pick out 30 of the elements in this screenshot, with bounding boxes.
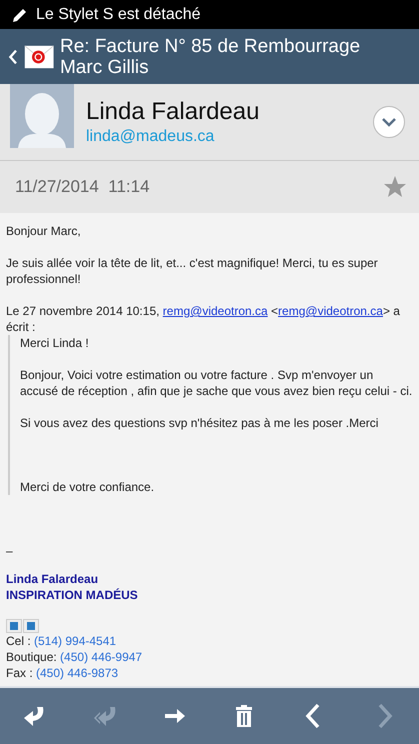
quoted-paragraph: Si vous avez des questions svp n'hésitez pas à me les poser .Merci — [20, 415, 380, 431]
broken-image-icon — [23, 619, 39, 633]
message-date: 11/27/2014 11:14 — [15, 177, 150, 197]
phone-link[interactable]: (514) 994-4541 — [34, 634, 116, 648]
phone-link[interactable]: (450) 446-9947 — [60, 650, 142, 664]
email-subject: Re: Facture N° 85 de Rembourrage Marc Gillis — [60, 36, 362, 78]
signature-line: INSPIRATION MADÉUS — [6, 587, 139, 603]
greeting-text: Bonjour Marc, — [6, 223, 82, 239]
signature-separator: – — [6, 543, 14, 559]
expand-button[interactable] — [373, 106, 405, 138]
avatar-silhouette — [10, 84, 74, 148]
pencil-icon — [12, 6, 28, 22]
contact-line: Fax : (450) 446-9873 — [6, 665, 120, 681]
phone-link[interactable]: (450) 446-9873 — [36, 666, 118, 680]
quoted-paragraph: Merci Linda ! — [20, 335, 90, 351]
sender-name: Linda Falardeau — [86, 98, 260, 126]
contact-line: Boutique: (450) 446-9947 — [6, 649, 144, 665]
email-link[interactable]: remg@videotron.ca — [162, 304, 268, 318]
status-text: Le Stylet S est détaché — [36, 6, 201, 24]
contact-line: Cel : (514) 994-4541 — [6, 633, 118, 649]
sender-email[interactable]: linda@madeus.ca — [86, 128, 373, 146]
quote-header: Le 27 novembre 2014 10:15, remg@videotron.ca <remg@videotron.ca> a écrit : — [6, 303, 401, 335]
signature-line: Linda Falardeau — [6, 571, 100, 587]
message-paragraph: Je suis allée voir la tête de lit, et... c'est magnifique! Merci, tu es super professionnel! — [6, 255, 379, 287]
quoted-paragraph: Bonjour, Voici votre estimation ou votre facture . Svp m'envoyer un accusé de réception , afin que je sache que vous avez bien reçu celui - ci. — [20, 367, 413, 399]
broken-image-icon — [6, 619, 22, 633]
star-icon[interactable] — [383, 175, 407, 199]
email-link[interactable]: remg@videotron.ca — [278, 304, 383, 318]
chevron-down-icon — [381, 117, 397, 127]
quoted-paragraph: Merci de votre confiance. — [20, 479, 156, 495]
